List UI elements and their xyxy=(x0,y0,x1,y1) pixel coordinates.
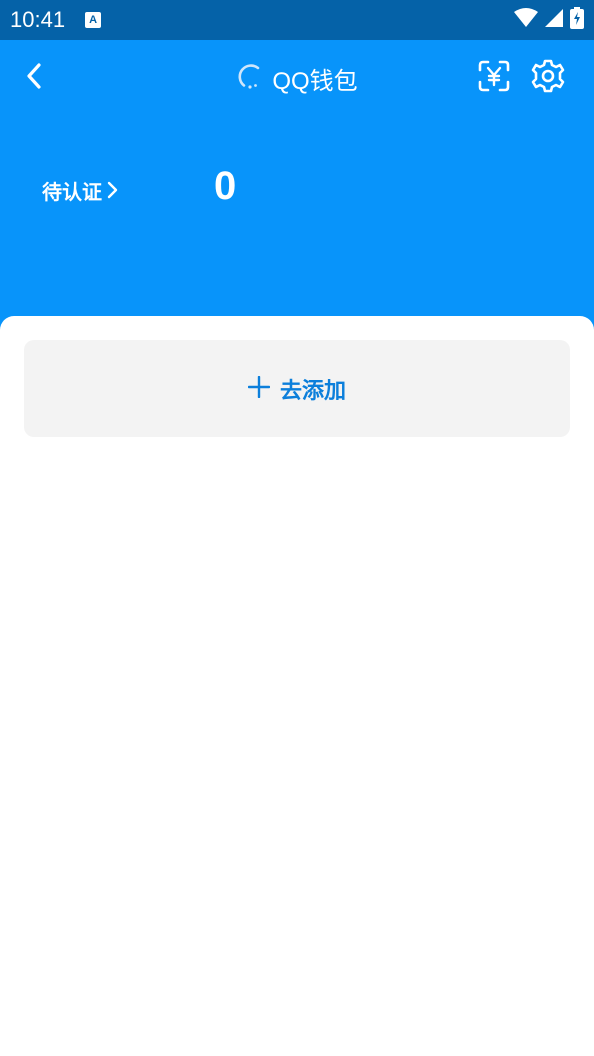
battery-icon xyxy=(570,7,584,33)
header-bar: QQ钱包 xyxy=(0,40,594,116)
back-button[interactable] xyxy=(16,60,52,96)
status-time: 10:41 xyxy=(10,7,66,32)
notification-app-icon: A xyxy=(85,12,102,28)
status-icons xyxy=(514,7,584,33)
content-sheet: 去添加 xyxy=(0,316,594,1056)
yuan-scan-button[interactable] xyxy=(474,58,514,98)
pending-label: 待认证 xyxy=(42,179,102,204)
chevron-left-icon xyxy=(24,62,44,94)
pending-verification-link[interactable]: 待认证 xyxy=(42,172,118,208)
yuan-scan-icon xyxy=(477,59,511,97)
chevron-right-icon xyxy=(106,180,118,200)
status-bar: 10:41 A xyxy=(0,0,594,40)
settings-button[interactable] xyxy=(528,58,568,98)
add-label: 去添加 xyxy=(279,378,346,404)
pending-count: 0 xyxy=(214,164,237,208)
gear-icon xyxy=(530,58,566,98)
plus-icon xyxy=(247,375,271,402)
signal-icon xyxy=(544,8,564,32)
wifi-icon xyxy=(514,8,538,32)
page-title: QQ钱包 xyxy=(272,67,358,95)
add-button[interactable]: 去添加 xyxy=(24,340,570,437)
loading-spinner-icon xyxy=(236,62,264,94)
